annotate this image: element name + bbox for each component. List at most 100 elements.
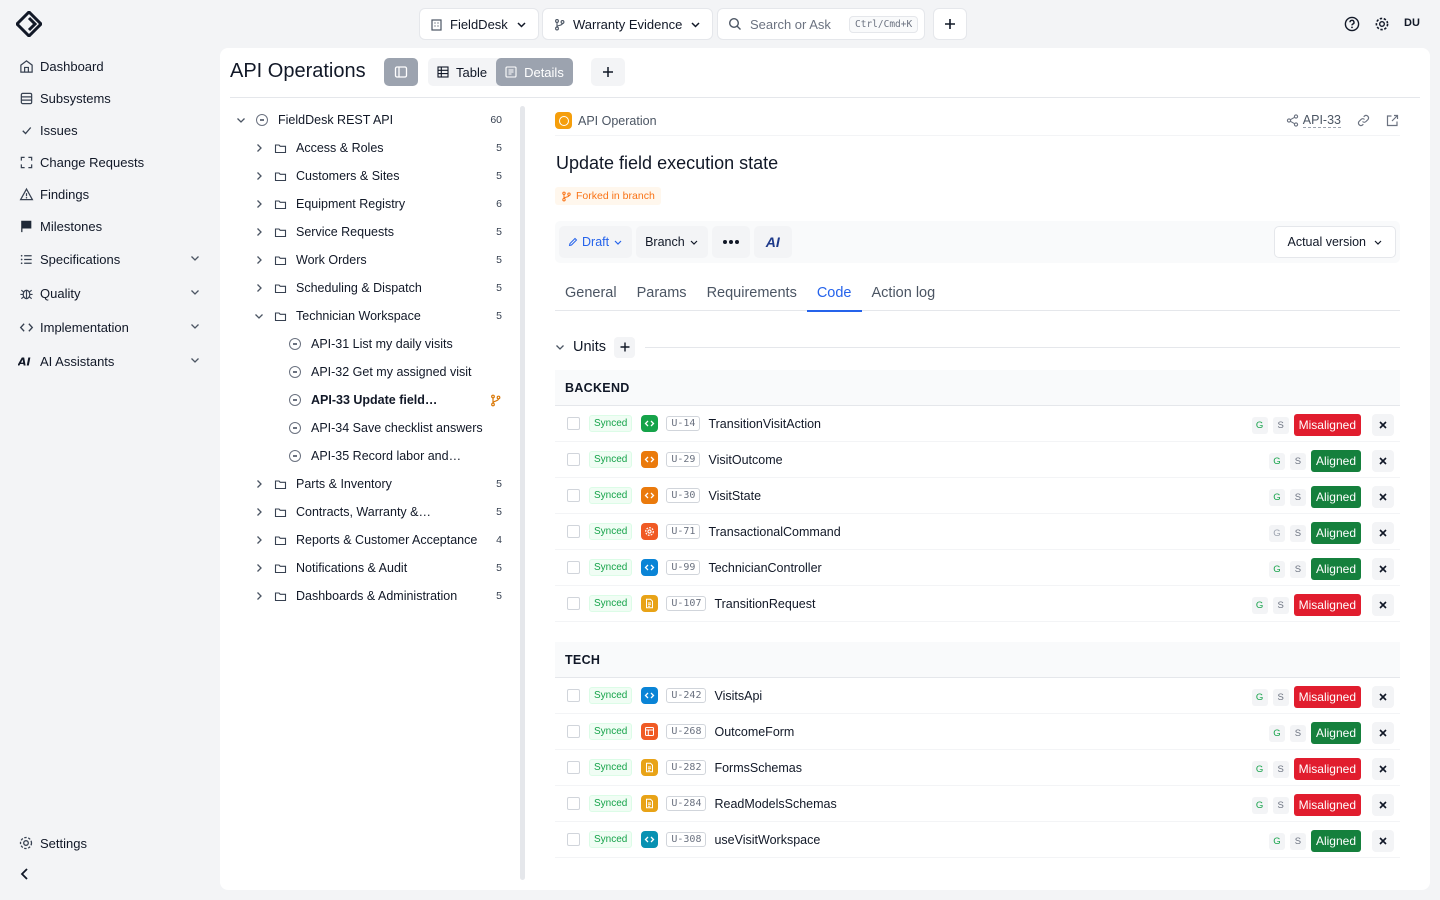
unit-checkbox[interactable] [567, 725, 580, 738]
tree-folder[interactable]: Contracts, Warranty &… 5 [230, 498, 510, 526]
tree-folder[interactable]: Dashboards & Administration 5 [230, 582, 510, 610]
tree-api-item[interactable]: API-34 Save checklist answers [230, 414, 510, 442]
chevron-right-icon[interactable] [254, 283, 264, 293]
chevron-right-icon[interactable] [254, 563, 264, 573]
sidebar-item-specifications[interactable]: Specifications [10, 242, 210, 276]
unit-id[interactable]: U-268 [666, 724, 707, 739]
unit-row[interactable]: Synced U-268 OutcomeForm G S Aligned [555, 714, 1400, 750]
unit-checkbox[interactable] [567, 417, 580, 430]
unit-row[interactable]: Synced U-30 VisitState G S Aligned [555, 478, 1400, 514]
ai-button[interactable]: AI [753, 226, 792, 258]
unit-name[interactable]: VisitState [708, 489, 761, 503]
unit-name[interactable]: FormsSchemas [714, 761, 802, 775]
tree-api-item[interactable]: API-32 Get my assigned visit [230, 358, 510, 386]
unit-id[interactable]: U-282 [666, 760, 707, 775]
panel-toggle-button[interactable] [384, 58, 418, 86]
tree-folder[interactable]: Reports & Customer Acceptance 4 [230, 526, 510, 554]
status-dropdown[interactable]: Draft [559, 226, 633, 258]
chevron-right-icon[interactable] [254, 255, 264, 265]
remove-unit-button[interactable] [1372, 830, 1394, 852]
unit-checkbox[interactable] [567, 761, 580, 774]
view-details-button[interactable]: Details [496, 58, 573, 86]
unit-name[interactable]: OutcomeForm [714, 725, 794, 739]
tree-folder[interactable]: Customers & Sites 5 [230, 162, 510, 190]
chevron-right-icon[interactable] [254, 143, 264, 153]
tree-folder[interactable]: Parts & Inventory 5 [230, 470, 510, 498]
tab-params[interactable]: Params [627, 275, 697, 311]
add-view-button[interactable] [591, 58, 625, 86]
unit-checkbox[interactable] [567, 797, 580, 810]
chevron-right-icon[interactable] [254, 227, 264, 237]
unit-row[interactable]: Synced U-99 TechnicianController G S Aligned [555, 550, 1400, 586]
chevron-down-icon[interactable] [254, 311, 264, 321]
unit-id[interactable]: U-107 [666, 596, 707, 611]
chevron-right-icon[interactable] [254, 507, 264, 517]
remove-unit-button[interactable] [1372, 522, 1394, 544]
version-dropdown[interactable]: Actual version [1274, 226, 1396, 258]
unit-id[interactable]: U-29 [666, 452, 701, 467]
unit-name[interactable]: TransitionRequest [714, 597, 815, 611]
remove-unit-button[interactable] [1372, 722, 1394, 744]
unit-name[interactable]: TransitionVisitAction [708, 417, 821, 431]
chevron-right-icon[interactable] [254, 171, 264, 181]
search-input[interactable] [750, 16, 845, 32]
remove-unit-button[interactable] [1372, 794, 1394, 816]
unit-checkbox[interactable] [567, 689, 580, 702]
sidebar-item-issues[interactable]: Issues [10, 114, 210, 146]
sidebar-item-ai-assistants[interactable]: AI AI Assistants [10, 344, 210, 378]
unit-name[interactable]: VisitsApi [714, 689, 762, 703]
remove-unit-button[interactable] [1372, 594, 1394, 616]
view-table-button[interactable]: Table [428, 58, 496, 86]
remove-unit-button[interactable] [1372, 686, 1394, 708]
tree-api-item[interactable]: API-33 Update field… [230, 386, 510, 414]
unit-checkbox[interactable] [567, 597, 580, 610]
unit-name[interactable]: TransactionalCommand [708, 525, 840, 539]
unit-id[interactable]: U-99 [666, 560, 701, 575]
sidebar-item-quality[interactable]: Quality [10, 276, 210, 310]
sidebar-item-settings[interactable]: Settings [10, 828, 210, 858]
branch-selector[interactable]: Warranty Evidence [542, 8, 714, 40]
unit-row[interactable]: Synced U-282 FormsSchemas G S Misaligned [555, 750, 1400, 786]
tree-api-item[interactable]: API-35 Record labor and… [230, 442, 510, 470]
unit-row[interactable]: Synced U-107 TransitionRequest G S Misaligned [555, 586, 1400, 622]
remove-unit-button[interactable] [1372, 486, 1394, 508]
chevron-down-icon[interactable] [236, 115, 246, 125]
remove-unit-button[interactable] [1372, 558, 1394, 580]
unit-row[interactable]: Synced U-284 ReadModelsSchemas G S Misaligned [555, 786, 1400, 822]
chevron-right-icon[interactable] [254, 535, 264, 545]
detail-id[interactable]: API-33 [1302, 113, 1341, 128]
help-icon[interactable] [1344, 16, 1360, 32]
sidebar-item-milestones[interactable]: Milestones [10, 210, 210, 242]
app-logo[interactable] [16, 11, 42, 37]
chevron-right-icon[interactable] [254, 591, 264, 601]
unit-id[interactable]: U-242 [666, 688, 707, 703]
tab-general[interactable]: General [555, 275, 627, 311]
unit-name[interactable]: ReadModelsSchemas [714, 797, 836, 811]
unit-row[interactable]: Synced U-242 VisitsApi G S Misaligned [555, 678, 1400, 714]
sidebar-item-change-requests[interactable]: Change Requests [10, 146, 210, 178]
sidebar-item-dashboard[interactable]: Dashboard [10, 50, 210, 82]
sidebar-item-findings[interactable]: Findings [10, 178, 210, 210]
unit-id[interactable]: U-308 [666, 832, 707, 847]
create-button[interactable] [933, 8, 967, 40]
more-button[interactable] [711, 226, 750, 258]
external-link-icon[interactable] [1385, 113, 1400, 128]
tree-folder[interactable]: Service Requests 5 [230, 218, 510, 246]
tab-code[interactable]: Code [806, 275, 862, 312]
unit-checkbox[interactable] [567, 453, 580, 466]
collapse-sidebar-icon[interactable] [18, 867, 32, 881]
tree-folder[interactable]: Work Orders 5 [230, 246, 510, 274]
unit-row[interactable]: Synced U-308 useVisitWorkspace G S Aligned [555, 822, 1400, 858]
unit-checkbox[interactable] [567, 833, 580, 846]
unit-checkbox[interactable] [567, 561, 580, 574]
remove-unit-button[interactable] [1372, 758, 1394, 780]
unit-row[interactable]: Synced U-14 TransitionVisitAction G S Misalig… [555, 406, 1400, 442]
sidebar-item-subsystems[interactable]: Subsystems [10, 82, 210, 114]
tree-root[interactable]: FieldDesk REST API 60 [230, 106, 510, 134]
chevron-right-icon[interactable] [254, 199, 264, 209]
unit-row[interactable]: Synced U-71 TransactionalCommand G S Aligned [555, 514, 1400, 550]
avatar[interactable]: DU [1404, 17, 1420, 29]
gear-icon[interactable] [1374, 16, 1390, 32]
chevron-down-icon[interactable] [555, 342, 565, 352]
tree-folder[interactable]: Technician Workspace 5 [230, 302, 510, 330]
